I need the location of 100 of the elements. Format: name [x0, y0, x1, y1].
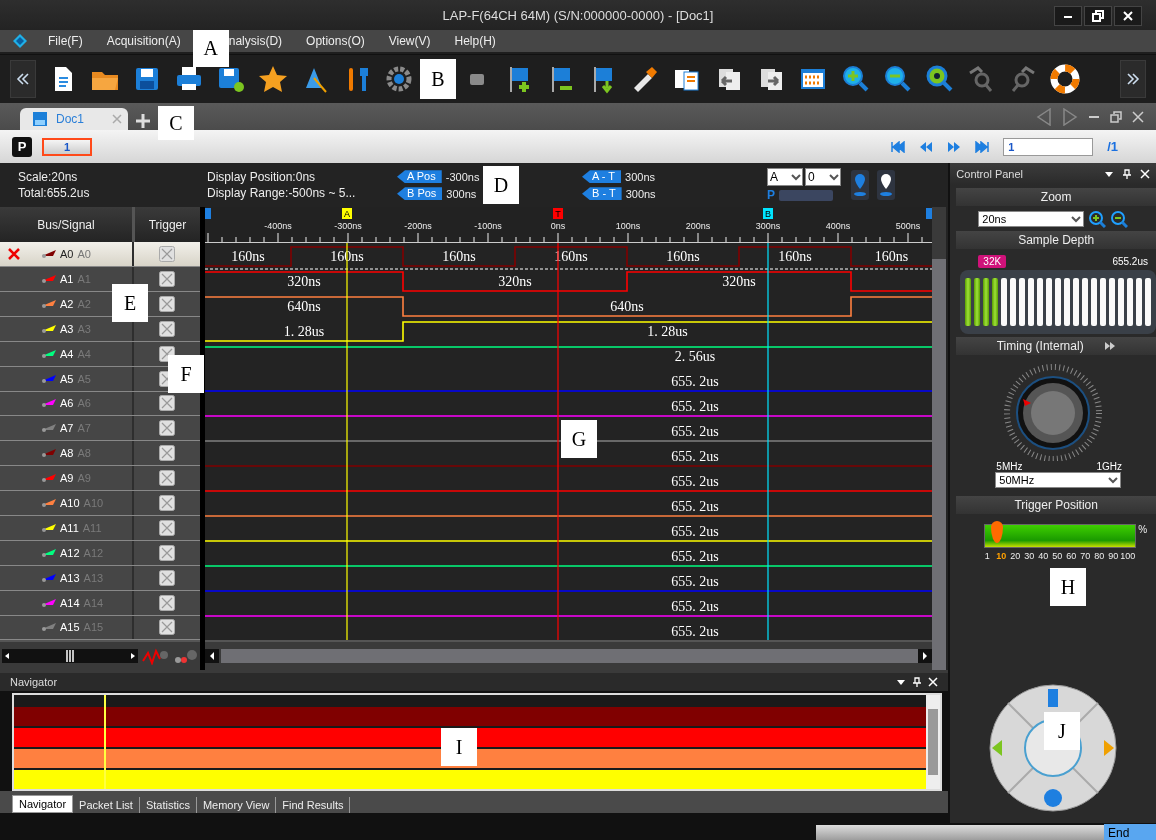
signal-name: A7	[60, 422, 74, 435]
time-tick-label: -300ns	[334, 221, 362, 232]
signal-alias: A0	[77, 248, 91, 261]
scale-label: 50	[1051, 551, 1064, 561]
window-title: LAP-F(64CH 64M) (S/N:000000-0000) - [Doc1]	[442, 7, 714, 23]
signal-name: A13	[60, 571, 80, 584]
signal-name: A3	[60, 322, 74, 335]
period-label: 655. 2us	[671, 424, 719, 440]
menu-item[interactable]: Help(H)	[442, 34, 508, 48]
frequency-max-label: 1GHz	[1096, 461, 1122, 472]
signal-name: A15	[60, 621, 80, 634]
cursor-dropdown[interactable]: A	[767, 168, 803, 187]
scale-label: 60	[1065, 551, 1078, 561]
column-header[interactable]: Trigger	[135, 207, 200, 243]
sample-duration: 655.2us	[1112, 256, 1148, 267]
time-tick-label: -200ns	[404, 221, 432, 232]
period-label: 655. 2us	[671, 499, 719, 515]
period-label: 160ns	[666, 249, 700, 265]
scale-label: 40	[1037, 551, 1050, 561]
zoom-dropdown[interactable]: 20ns	[978, 211, 1085, 227]
signal-name: A2	[60, 297, 74, 310]
annotation-tooltip: J	[1044, 712, 1080, 750]
signal-name: A9	[60, 472, 74, 485]
period-label: 640ns	[287, 299, 321, 315]
panel-tab[interactable]: Statistics	[139, 797, 197, 814]
period-label: 320ns	[287, 274, 321, 290]
period-label: 655. 2us	[671, 549, 719, 565]
p-label: P	[767, 188, 775, 203]
section-title: Zoom	[1040, 190, 1072, 204]
panel-tab[interactable]: Memory View	[196, 797, 277, 814]
period-label: 1. 28us	[647, 324, 688, 340]
signal-name: A1	[60, 273, 74, 285]
signal-name: A11	[60, 521, 79, 534]
scale-label: 20	[1009, 551, 1022, 561]
menu-item[interactable]: nalysis(D)	[228, 34, 295, 48]
period-label: 160ns	[231, 249, 265, 265]
panel-tab[interactable]: Navigator	[12, 795, 74, 814]
value-dropdown[interactable]: 0	[805, 168, 841, 187]
page-total: /1	[1107, 139, 1118, 154]
period-label: 2. 56us	[674, 349, 716, 365]
cursor-marker[interactable]: B	[763, 208, 773, 220]
period-label: 640ns	[610, 299, 644, 315]
panel-tab[interactable]: Find Results	[276, 797, 351, 814]
time-tick-label: 500ns	[895, 221, 921, 232]
signal-row[interactable]: A0 A0	[0, 242, 200, 268]
unit-label: %	[1138, 524, 1148, 535]
scale-label: 10	[995, 551, 1008, 561]
period-label: 1. 28us	[283, 324, 325, 340]
measurement-tag: B - T	[582, 187, 622, 201]
period-label: 320ns	[722, 274, 756, 290]
signal-name: A14	[60, 596, 80, 609]
period-label: 655. 2us	[671, 574, 719, 590]
panel-tab[interactable]: Packet List	[73, 797, 140, 814]
signal-name: A6	[60, 397, 74, 410]
time-tick-label: -400ns	[264, 221, 292, 232]
scale-label: 90	[1107, 551, 1120, 561]
period-label: 160ns	[874, 249, 909, 265]
section-title: Sample Depth	[1018, 233, 1095, 247]
p-button[interactable]: P	[12, 136, 32, 157]
time-tick-label: -100ns	[474, 221, 502, 232]
sample-rate-dropdown[interactable]: 50MHz	[995, 472, 1122, 488]
period-label: 655. 2us	[671, 399, 719, 415]
cursor-marker[interactable]: A	[342, 208, 352, 220]
callout-label: A	[192, 29, 229, 67]
menu-item[interactable]: Options(O)	[294, 34, 377, 48]
scale-label: Scale:20ns	[18, 170, 79, 185]
display-position-label: Display Position:0ns	[207, 170, 317, 185]
period-label: 655. 2us	[671, 449, 719, 465]
panel-title: Control Panel	[956, 168, 1024, 180]
period-label: 655. 2us	[671, 599, 719, 615]
panel-title: Navigator	[10, 676, 59, 689]
period-label: 160ns	[442, 249, 476, 265]
page-number-field[interactable]: 1	[1003, 137, 1094, 156]
measurement-tag: B Pos	[397, 187, 443, 201]
signal-name: A8	[60, 447, 74, 460]
period-label: 320ns	[498, 274, 532, 290]
section-title: Trigger Position	[1014, 498, 1098, 512]
callout-label: B	[420, 59, 456, 99]
period-label: 655. 2us	[671, 524, 719, 540]
signal-name: A5	[60, 372, 74, 385]
frequency-min-label: 5MHz	[996, 461, 1023, 472]
annotation-tooltip: G	[561, 420, 597, 458]
measurement-value: 300ns	[625, 170, 655, 183]
cursor-marker[interactable]: T	[553, 208, 563, 220]
measurement-value: -300ns	[445, 170, 480, 183]
measurement-tag: A Pos	[397, 170, 442, 184]
measurement-value: 300ns	[625, 187, 656, 200]
menu-item[interactable]: File(F)	[36, 34, 95, 48]
signal-name: A4	[60, 347, 74, 360]
menu-item[interactable]: View(V)	[376, 34, 443, 48]
time-tick-label: 100ns	[615, 221, 641, 232]
callout-label: C	[158, 106, 194, 140]
period-label: 655. 2us	[671, 474, 719, 490]
status-text: End	[1104, 824, 1156, 840]
sample-depth-badge: 32K	[978, 255, 1007, 268]
menu-item[interactable]: Acquisition(A)	[94, 34, 193, 48]
annotation-tooltip: F	[168, 355, 204, 393]
time-tick-label: 200ns	[685, 221, 711, 232]
scale-label: 30	[1023, 551, 1036, 561]
page-tab[interactable]: 1	[42, 137, 92, 156]
